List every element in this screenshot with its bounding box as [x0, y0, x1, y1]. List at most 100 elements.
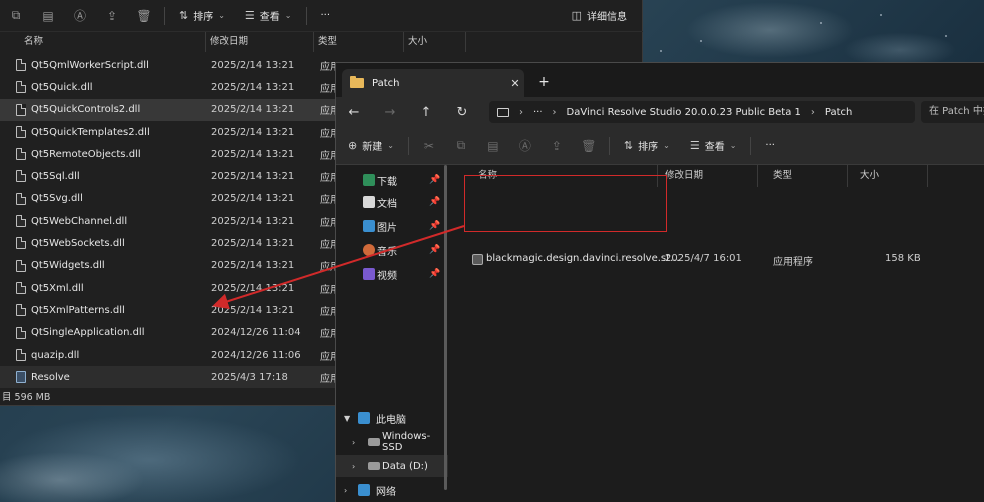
column-type[interactable]: 类型	[314, 32, 404, 52]
sidebar-item-pictures[interactable]: 图片 📌	[336, 215, 448, 237]
column-name[interactable]: 名称	[20, 32, 206, 52]
view-button[interactable]: ☰ 查看 ⌄	[680, 130, 747, 162]
file-name: Qt5WebChannel.dll	[31, 215, 128, 227]
sidebar-item-windows-ssd[interactable]: › Windows-SSD	[336, 431, 448, 453]
column-size[interactable]: 大小	[404, 32, 466, 52]
music-icon	[363, 244, 375, 256]
column-type[interactable]: 类型	[758, 165, 848, 187]
dll-file-icon	[16, 215, 26, 228]
share-icon[interactable]: ⇪	[96, 0, 128, 32]
paste-icon[interactable]: ▤	[477, 130, 509, 162]
close-icon[interactable]: ✕	[506, 77, 524, 90]
new-button[interactable]: ⊕ 新建 ⌄	[336, 130, 404, 162]
dll-file-icon	[16, 170, 26, 183]
file-name: Qt5QuickTemplates2.dll	[31, 126, 150, 138]
sidebar-item-label: 下载	[377, 176, 397, 188]
sidebar-item-videos[interactable]: 视频 📌	[336, 263, 448, 285]
forward-arrow-icon[interactable]: →	[372, 97, 408, 127]
file-type: 应用程序	[773, 257, 813, 268]
sidebar-item-downloads[interactable]: 下载 📌	[336, 169, 448, 191]
dll-file-icon	[16, 148, 26, 161]
sort-button[interactable]: ⇅ 排序 ⌄	[169, 0, 235, 32]
sort-button[interactable]: ⇅ 排序 ⌄	[614, 130, 680, 162]
file-date: 2025/2/14 13:21	[211, 171, 295, 183]
sidebar-item-label: 此电脑	[376, 414, 406, 426]
sort-icon: ⇅	[179, 9, 189, 22]
sidebar-item-data-d[interactable]: › Data (D:)	[336, 455, 448, 477]
file-name: Qt5Svg.dll	[31, 193, 83, 205]
folder-icon	[350, 76, 364, 88]
share-icon[interactable]: ⇪	[541, 130, 573, 162]
file-name: Qt5Xml.dll	[31, 282, 84, 294]
file-date: 2025/2/14 13:21	[211, 193, 295, 205]
sidebar-scrollbar[interactable]	[444, 165, 447, 490]
copy-icon[interactable]: ⧉	[0, 0, 32, 32]
file-name: Qt5QuickControls2.dll	[31, 104, 141, 116]
more-button[interactable]: ···	[755, 130, 785, 162]
chevron-right-icon: ›	[352, 437, 356, 447]
file-name: Qt5Quick.dll	[31, 81, 93, 93]
sidebar-item-music[interactable]: 音乐 📌	[336, 239, 448, 261]
sidebar-item-documents[interactable]: 文档 📌	[336, 191, 448, 213]
file-row[interactable]: blackmagic.design.davinci.resolve.st... …	[462, 249, 984, 271]
sidebar-item-label: Data (D:)	[382, 460, 428, 472]
pin-icon: 📌	[429, 245, 441, 255]
rename-icon[interactable]: Ⓐ	[64, 0, 96, 32]
pin-icon: 📌	[429, 269, 441, 279]
pictures-icon	[363, 220, 375, 232]
wallpaper-star	[660, 50, 662, 52]
paste-icon[interactable]: ▤	[32, 0, 64, 32]
copy-icon[interactable]: ⧉	[445, 130, 477, 162]
dll-file-icon	[16, 281, 26, 294]
sidebar-item-label: 音乐	[377, 246, 397, 258]
column-size[interactable]: 大小	[848, 165, 928, 187]
dll-file-icon	[16, 259, 26, 272]
breadcrumb-davinci[interactable]: DaVinci Resolve Studio 20.0.0.23 Public …	[567, 107, 801, 118]
refresh-icon[interactable]: ↻	[444, 97, 480, 127]
delete-icon[interactable]: 🗑	[128, 0, 160, 32]
toolbar-divider	[407, 136, 409, 155]
chevron-down-icon: ⌄	[387, 141, 394, 150]
view-icon: ☰	[689, 139, 700, 152]
file-date: 2025/2/14 13:21	[211, 260, 295, 272]
view-button[interactable]: ☰ 查看 ⌄	[235, 0, 302, 32]
breadcrumb-patch[interactable]: Patch	[825, 107, 852, 118]
cut-icon[interactable]: ✂	[413, 130, 445, 162]
file-date: 2025/4/7 16:01	[665, 253, 742, 264]
rename-icon[interactable]: Ⓐ	[509, 130, 541, 162]
up-arrow-icon[interactable]: ↑	[408, 97, 444, 127]
delete-icon[interactable]: 🗑	[573, 130, 605, 162]
details-button[interactable]: ◫ 详细信息	[562, 0, 643, 32]
breadcrumb-overflow[interactable]: ···	[533, 107, 543, 118]
sidebar-item-network[interactable]: › 网络	[336, 479, 448, 501]
tab-patch[interactable]: Patch ✕	[342, 69, 524, 97]
back-arrow-icon[interactable]: ←	[336, 97, 372, 127]
sidebar-item-label: 网络	[376, 486, 396, 498]
sort-label: 排序	[638, 142, 659, 153]
tab-bar: Patch ✕ +	[336, 63, 984, 97]
sidebar-item-label: 图片	[377, 222, 397, 234]
breadcrumb-chevron-icon: ›	[519, 106, 523, 118]
dll-file-icon	[16, 192, 26, 205]
toolbar-divider	[164, 6, 165, 25]
navigation-bar: ← → ↑ ↻ › ··· › DaVinci Resolve Studio 2…	[336, 97, 984, 127]
search-input[interactable]: 在 Patch 中搜索	[921, 101, 984, 123]
chevron-down-icon: ⌄	[284, 11, 292, 20]
sidebar-item-this-pc[interactable]: ▼ 此电脑	[336, 407, 448, 429]
file-date: 2025/2/14 13:21	[211, 282, 295, 294]
drive-icon	[368, 438, 380, 446]
sidebar-item-label: Windows-SSD	[382, 431, 431, 453]
document-icon	[363, 196, 375, 208]
toolbar-divider	[608, 136, 610, 155]
column-date[interactable]: 修改日期	[206, 32, 314, 52]
more-button[interactable]: ···	[311, 0, 341, 32]
application-icon	[472, 254, 483, 265]
wallpaper-star	[700, 40, 702, 42]
file-date: 2025/4/3 17:18	[211, 371, 288, 383]
network-icon	[358, 484, 370, 496]
address-bar[interactable]: › ··· › DaVinci Resolve Studio 20.0.0.23…	[489, 101, 915, 123]
dll-file-icon	[16, 59, 26, 71]
dll-file-icon	[16, 103, 26, 116]
new-tab-button[interactable]: +	[532, 71, 556, 93]
chevron-down-icon: ⌄	[663, 141, 670, 150]
